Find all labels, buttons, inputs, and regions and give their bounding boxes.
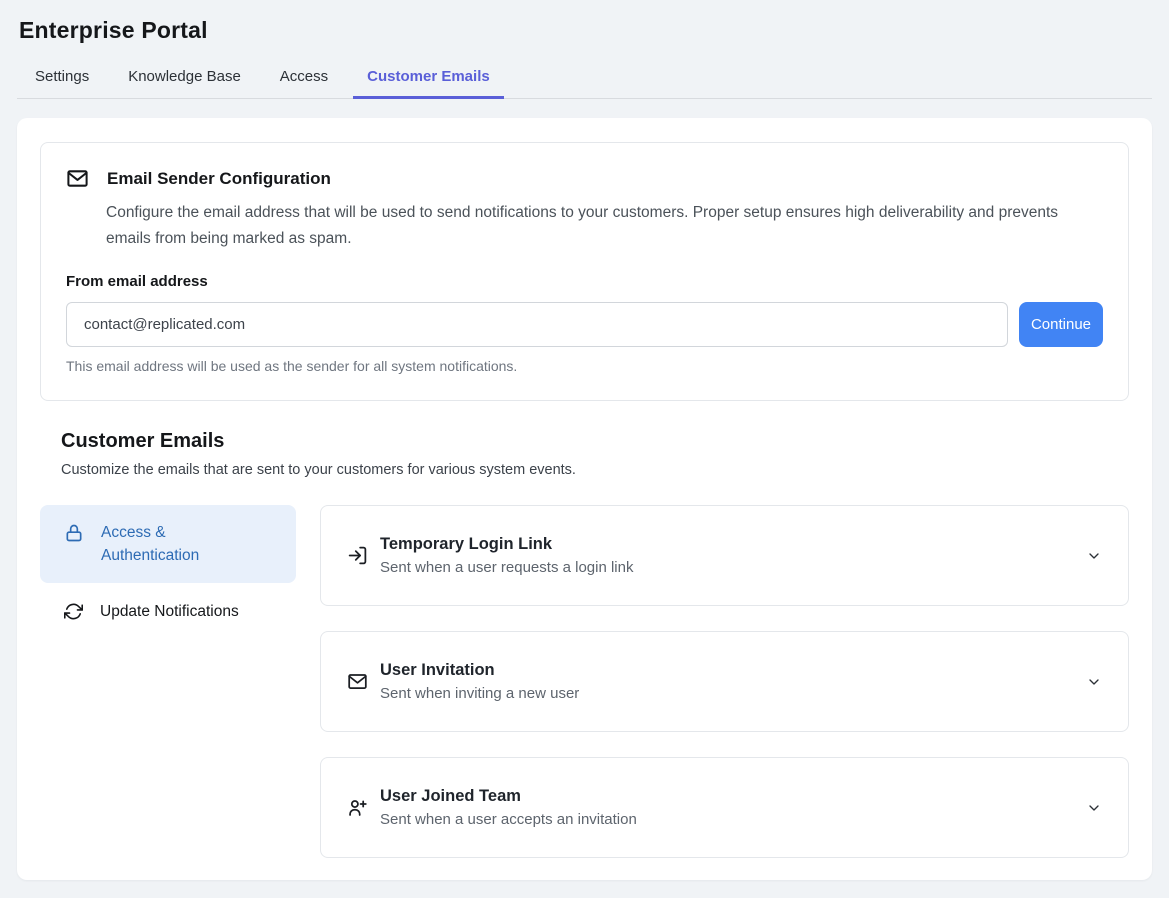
email-card-temporary-login-link[interactable]: Temporary Login Link Sent when a user re… bbox=[320, 505, 1129, 606]
tab-customer-emails[interactable]: Customer Emails bbox=[353, 58, 504, 98]
email-card-title: User Joined Team bbox=[380, 787, 637, 806]
sender-config-description: Configure the email address that will be… bbox=[106, 200, 1081, 252]
chevron-down-icon[interactable] bbox=[1086, 800, 1102, 816]
category-label: Access & Authentication bbox=[101, 521, 261, 567]
from-email-input[interactable] bbox=[66, 302, 1008, 347]
refresh-icon bbox=[64, 602, 83, 621]
category-update-notifications[interactable]: Update Notifications bbox=[40, 592, 296, 631]
sender-config-title: Email Sender Configuration bbox=[107, 169, 331, 189]
customer-emails-panel: Email Sender Configuration Configure the… bbox=[17, 118, 1152, 880]
tab-settings[interactable]: Settings bbox=[21, 58, 103, 98]
email-card-user-invitation[interactable]: User Invitation Sent when inviting a new… bbox=[320, 631, 1129, 732]
category-access-authentication[interactable]: Access & Authentication bbox=[40, 505, 296, 583]
customer-emails-layout: Access & Authentication Update Notificat… bbox=[40, 505, 1129, 858]
email-card-user-joined-team[interactable]: User Joined Team Sent when a user accept… bbox=[320, 757, 1129, 858]
user-plus-icon bbox=[347, 797, 368, 818]
mail-icon bbox=[347, 671, 368, 692]
email-template-list: Temporary Login Link Sent when a user re… bbox=[320, 505, 1129, 858]
lock-icon bbox=[64, 523, 84, 543]
email-card-title: User Invitation bbox=[380, 661, 579, 680]
page-title: Enterprise Portal bbox=[19, 17, 1150, 44]
customer-emails-title: Customer Emails bbox=[61, 430, 1129, 453]
email-card-title: Temporary Login Link bbox=[380, 535, 633, 554]
email-card-subtitle: Sent when inviting a new user bbox=[380, 685, 579, 702]
page-header: Enterprise Portal bbox=[0, 0, 1169, 44]
email-category-list: Access & Authentication Update Notificat… bbox=[40, 505, 296, 858]
tab-knowledge-base[interactable]: Knowledge Base bbox=[114, 58, 255, 98]
mail-icon bbox=[66, 167, 89, 190]
tab-bar: Settings Knowledge Base Access Customer … bbox=[17, 58, 1152, 99]
email-card-subtitle: Sent when a user accepts an invitation bbox=[380, 811, 637, 828]
email-sender-config-card: Email Sender Configuration Configure the… bbox=[40, 142, 1129, 401]
continue-button[interactable]: Continue bbox=[1019, 302, 1103, 347]
email-card-subtitle: Sent when a user requests a login link bbox=[380, 559, 633, 576]
chevron-down-icon[interactable] bbox=[1086, 548, 1102, 564]
chevron-down-icon[interactable] bbox=[1086, 674, 1102, 690]
from-email-label: From email address bbox=[66, 273, 1103, 290]
customer-emails-subtitle: Customize the emails that are sent to yo… bbox=[61, 462, 1129, 478]
category-label: Update Notifications bbox=[100, 600, 239, 623]
tab-access[interactable]: Access bbox=[266, 58, 342, 98]
sender-helper-text: This email address will be used as the s… bbox=[66, 358, 1103, 374]
login-icon bbox=[347, 545, 368, 566]
